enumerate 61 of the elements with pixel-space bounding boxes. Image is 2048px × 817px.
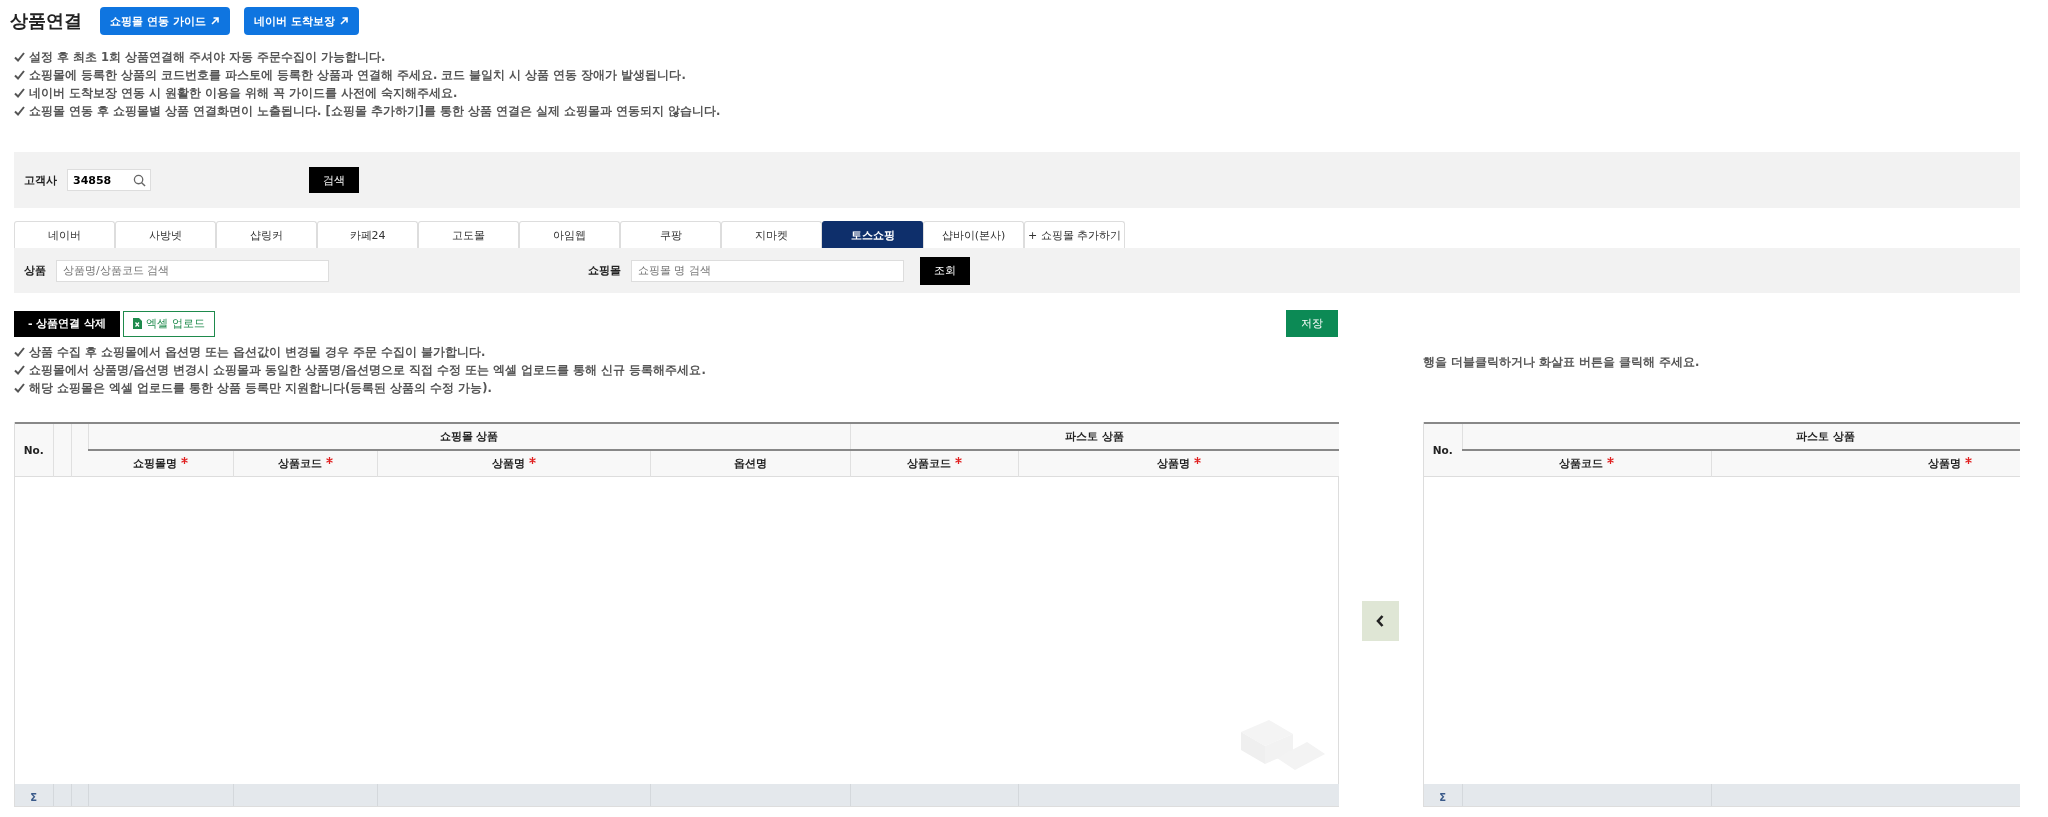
mall-tab[interactable]: 샵바이(본사) — [923, 221, 1024, 248]
notice-text: 설정 후 최초 1회 상품연결해 주셔야 자동 주문수집이 가능합니다. — [29, 49, 386, 66]
hint-text: 행을 더블클릭하거나 화살표 버튼을 클릭해 주세요. — [1423, 354, 1701, 371]
excel-upload-button[interactable]: 엑셀 업로드 — [123, 310, 215, 337]
page-title: 상품연결 — [10, 9, 82, 33]
column-header: No. — [1424, 423, 1462, 477]
check-icon — [14, 52, 25, 62]
external-link-icon — [209, 16, 220, 26]
spreadsheet-file-icon — [133, 318, 143, 329]
column-header: 상품코드 — [233, 450, 377, 477]
notice-text: 네이버 도착보장 연동 시 원활한 이용을 위해 꼭 가이드를 사전에 숙지해주세요. — [29, 85, 458, 102]
save-button[interactable]: 저장 — [1286, 310, 1338, 337]
column-header: 쇼핑몰명 — [88, 450, 233, 477]
column-header: 상품명 — [1711, 450, 2020, 477]
check-icon — [14, 365, 25, 375]
product-search-field[interactable]: 상품명/상품코드 검색 — [56, 259, 329, 282]
column-header: 상품명 — [377, 450, 650, 477]
sum-icon: Σ — [1439, 791, 1447, 803]
column-group-header: 파스토 상품 — [850, 423, 1340, 450]
column-header: 옵션명 — [650, 450, 851, 477]
notice-text: 해당 쇼핑몰은 엑셀 업로드를 통한 상품 등록만 지원합니다(등록된 상품의 수정 가능). — [29, 380, 492, 397]
notice-text: 쇼핑몰 연동 후 쇼핑몰별 상품 연결화면이 노출됩니다. [쇼핑몰 추가하기]를 통한 상품 연결은 실제 쇼핑몰과 연동되지 않습니다. — [29, 103, 721, 120]
mall-search-field[interactable]: 쇼핑몰 명 검색 — [631, 259, 904, 282]
notice-text: 상품 수집 후 쇼핑몰에서 옵션명 또는 옵션값이 변경될 경우 주문 수집이 불가합니다. — [29, 344, 486, 361]
mall-tab[interactable]: 사방넷 — [115, 221, 216, 248]
search-button[interactable]: 검색 — [309, 167, 359, 193]
search-icon[interactable] — [133, 174, 146, 187]
notice-text: 쇼핑몰에 등록한 상품의 코드번호를 파스토에 등록한 상품과 연결해 주세요. 코드 불일치 시 상품 연동 장애가 발생됩니다. — [29, 67, 686, 84]
sum-icon: Σ — [30, 791, 38, 803]
mall-tab[interactable]: 카페24 — [317, 221, 418, 248]
check-icon — [14, 70, 25, 80]
mall-tab[interactable]: 토스쇼핑 — [822, 221, 923, 248]
check-icon — [14, 88, 25, 98]
column-header: 상품코드 — [850, 450, 1019, 477]
external-link-icon — [338, 16, 349, 26]
column-header: 상품명 — [1018, 450, 1340, 477]
column-group-header: 파스토 상품 — [1462, 423, 2020, 450]
mall-tab[interactable]: + 쇼핑몰 추가하기 — [1024, 221, 1125, 248]
check-icon — [14, 106, 25, 116]
column-header: 상품코드 — [1462, 450, 1711, 477]
product-label: 상품 — [24, 263, 46, 278]
customer-search-field[interactable]: 34858 — [67, 169, 151, 191]
guide-link-button[interactable]: 네이버 도착보장 — [243, 7, 359, 35]
check-icon — [14, 347, 25, 357]
check-icon — [14, 383, 25, 393]
mall-tab[interactable]: 네이버 — [14, 221, 115, 248]
mall-tab[interactable]: 쿠팡 — [620, 221, 721, 248]
mall-tab[interactable]: 샵링커 — [216, 221, 317, 248]
column-header: No. — [15, 423, 53, 477]
column-group-header: 쇼핑몰 상품 — [88, 423, 851, 450]
mall-tab[interactable]: 고도몰 — [418, 221, 519, 248]
mall-tab[interactable]: 지마켓 — [721, 221, 822, 248]
notice-text: 쇼핑몰에서 상품명/옵션명 변경시 쇼핑몰과 동일한 상품명/옵션명으로 직접 수정 또는 엑셀 업로드를 통해 신규 등록해주세요. — [29, 362, 706, 379]
chevron-left-icon — [1376, 615, 1384, 627]
move-left-button[interactable] — [1361, 601, 1399, 641]
delete-link-button[interactable]: - 상품연결 삭제 — [14, 310, 121, 337]
mall-label: 쇼핑몰 — [588, 263, 621, 278]
customer-label: 고객사 — [24, 172, 57, 188]
guide-link-button[interactable]: 쇼핑몰 연동 가이드 — [100, 7, 230, 35]
mall-tab[interactable]: 아임웹 — [519, 221, 620, 248]
query-button[interactable]: 조회 — [920, 256, 970, 285]
